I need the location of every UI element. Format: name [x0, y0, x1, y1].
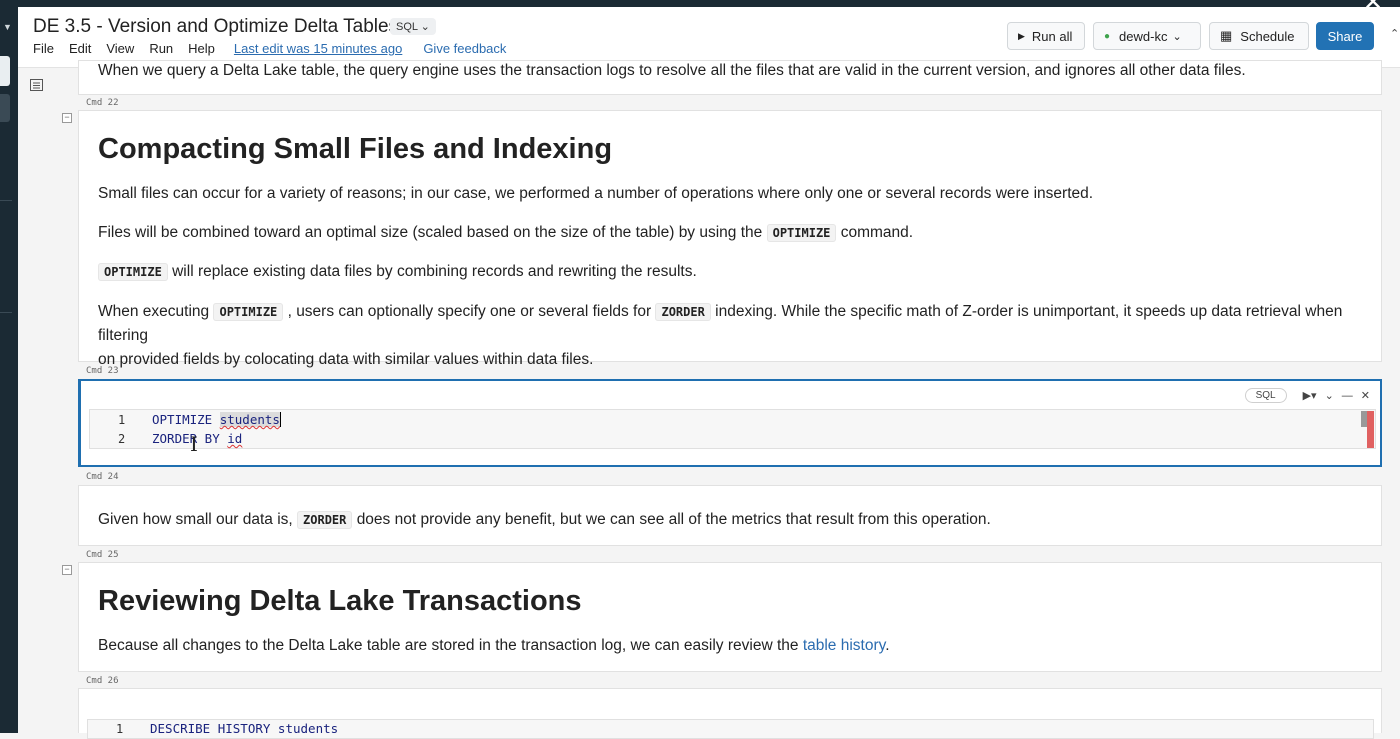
table-history-link[interactable]: table history: [803, 637, 885, 654]
paragraph-text: .: [885, 637, 890, 654]
last-edit-link[interactable]: Last edit was 15 minutes ago: [234, 41, 402, 56]
cluster-name: dewd-kc: [1119, 28, 1168, 44]
cell-language-badge[interactable]: SQL: [1244, 388, 1287, 403]
paragraph: Given how small our data is, ZORDER does…: [98, 508, 991, 532]
paragraph: Files will be combined toward an optimal…: [98, 221, 913, 245]
run-all-label: Run all: [1031, 28, 1073, 44]
paragraph-text: will replace existing data files by comb…: [172, 263, 697, 280]
paragraph-text: command.: [840, 224, 914, 241]
cluster-status-icon: ●: [1104, 30, 1111, 42]
sidebar-divider: [0, 312, 12, 313]
calendar-icon: ▦: [1220, 28, 1233, 43]
paragraph: OPTIMIZE will replace existing data file…: [98, 260, 697, 284]
menu-help[interactable]: Help: [188, 41, 215, 56]
notebook-title[interactable]: DE 3.5 - Version and Optimize Delta Tabl…: [33, 16, 398, 38]
code-line[interactable]: DESCRIBE HISTORY students: [150, 721, 338, 736]
cell-command-label: Cmd 25: [86, 550, 119, 560]
play-icon: ▶: [1018, 30, 1025, 41]
run-cell-icon[interactable]: ▶▾: [1303, 389, 1317, 402]
workspace-sidebar: ▼: [0, 0, 18, 733]
paragraph-text: Small files can occur for a variety of r…: [98, 185, 1094, 202]
line-number: 1: [116, 722, 124, 736]
collapse-icon[interactable]: −: [62, 565, 72, 575]
menu-run[interactable]: Run: [149, 41, 173, 56]
paragraph-text: does not provide any benefit, but we can…: [356, 511, 991, 528]
markdown-cell[interactable]: Given how small our data is, ZORDER does…: [78, 485, 1382, 546]
code-identifier: id: [227, 431, 243, 446]
run-all-button[interactable]: ▶ Run all: [1007, 22, 1085, 50]
share-button[interactable]: Share: [1316, 22, 1374, 50]
markdown-cell[interactable]: Compacting Small Files and Indexing Smal…: [78, 110, 1382, 368]
language-label: SQL: [396, 21, 418, 33]
collapse-icon[interactable]: −: [62, 113, 72, 123]
menu-edit[interactable]: Edit: [69, 41, 91, 56]
cell-command-label: Cmd 26: [86, 676, 119, 686]
paragraph-text: Files will be combined toward an optimal…: [98, 224, 763, 241]
section-heading: Reviewing Delta Lake Transactions: [98, 585, 582, 617]
code-keyword: OPTIMIZE: [152, 412, 220, 427]
mouse-cursor-icon: I: [190, 432, 198, 456]
paragraph-text: Given how small our data is,: [98, 511, 293, 528]
error-indicator: [1367, 411, 1374, 448]
line-number: 2: [118, 432, 126, 446]
paragraph: Because all changes to the Delta Lake ta…: [98, 634, 890, 658]
menu-bar: File Edit View Run Help Last edit was 15…: [33, 41, 521, 56]
paragraph-text: Because all changes to the Delta Lake ta…: [98, 637, 799, 654]
inline-code: OPTIMIZE: [766, 224, 837, 242]
sidebar-active-item[interactable]: [0, 56, 10, 86]
menu-file[interactable]: File: [33, 41, 54, 56]
line-number: 1: [118, 413, 126, 427]
minimize-icon[interactable]: —: [1342, 390, 1353, 402]
section-heading: Compacting Small Files and Indexing: [98, 133, 613, 165]
code-line[interactable]: OPTIMIZE students: [152, 412, 281, 427]
cell-toolbar: SQL ▶▾ ⌄ — ✕: [1244, 388, 1370, 403]
cell-command-label: Cmd 22: [86, 98, 119, 108]
inline-code: OPTIMIZE: [213, 303, 284, 321]
chevron-down-icon[interactable]: ⌄: [1325, 389, 1334, 402]
table-of-contents-icon[interactable]: [30, 79, 43, 91]
code-cell[interactable]: 1 DESCRIBE HISTORY students: [78, 688, 1382, 739]
schedule-label: Schedule: [1240, 28, 1295, 44]
top-strip: [18, 0, 1400, 7]
language-selector[interactable]: SQL ⌄: [390, 18, 436, 35]
paragraph-text: indexing. While the specific math of Z-o…: [98, 303, 1343, 344]
menu-view[interactable]: View: [106, 41, 134, 56]
markdown-cell[interactable]: Reviewing Delta Lake Transactions Becaus…: [78, 562, 1382, 672]
paragraph-text: , users can optionally specify one or se…: [287, 303, 652, 320]
inline-code: ZORDER: [297, 511, 353, 529]
cluster-selector[interactable]: ● dewd-kc ⌄: [1093, 22, 1201, 50]
cell-command-label: Cmd 24: [86, 472, 119, 482]
chevron-down-icon: ⌄: [1172, 30, 1182, 43]
inline-code: ZORDER: [655, 303, 711, 321]
chevron-up-icon[interactable]: ⌃: [1390, 27, 1399, 40]
code-editor[interactable]: 1 DESCRIBE HISTORY students: [87, 719, 1374, 739]
paragraph: When executing OPTIMIZE , users can opti…: [98, 300, 1368, 372]
feedback-link[interactable]: Give feedback: [423, 41, 506, 56]
sidebar-divider: [0, 200, 12, 201]
paragraph: Small files can occur for a variety of r…: [98, 182, 1093, 206]
paragraph-text: When executing: [98, 303, 210, 320]
code-editor[interactable]: 1 OPTIMIZE students 2 ZORDER BY id: [89, 409, 1376, 449]
chevron-down-icon[interactable]: ▼: [3, 22, 12, 32]
paragraph-text: on provided fields by colocating data wi…: [98, 351, 594, 368]
chevron-down-icon: ⌄: [420, 21, 430, 33]
close-icon[interactable]: ✕: [1361, 389, 1370, 402]
cell-text: When we query a Delta Lake table, the qu…: [98, 62, 1246, 79]
code-identifier: students: [219, 412, 280, 427]
cell-command-label: Cmd 23: [86, 366, 119, 376]
inline-code: OPTIMIZE: [98, 263, 168, 281]
markdown-cell[interactable]: When we query a Delta Lake table, the qu…: [78, 60, 1382, 95]
schedule-button[interactable]: ▦ Schedule: [1209, 22, 1309, 50]
sidebar-item[interactable]: [0, 94, 10, 122]
code-cell[interactable]: SQL ▶▾ ⌄ — ✕ 1 OPTIMIZE students 2 ZORDE…: [78, 379, 1382, 467]
text-cursor: [279, 412, 281, 427]
